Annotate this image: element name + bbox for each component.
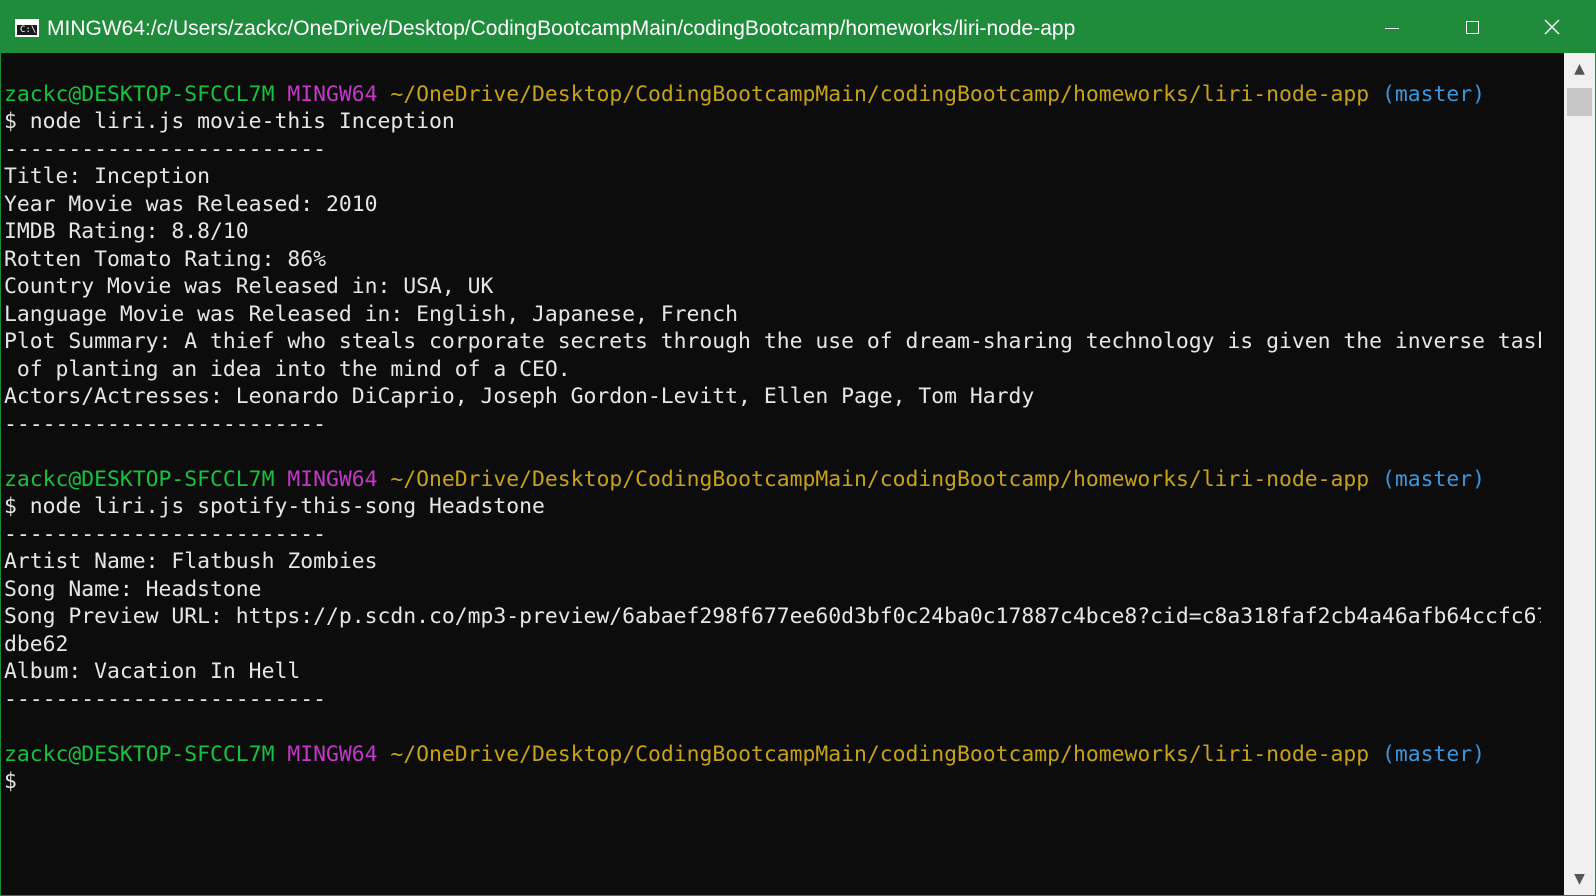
output-line: Song Preview URL: https://p.scdn.co/mp3-… xyxy=(4,604,1541,629)
minimize-icon xyxy=(1385,27,1399,29)
command-line: $ node liri.js spotify-this-song Headsto… xyxy=(4,494,545,519)
prompt-branch: (master) xyxy=(1382,467,1486,492)
maximize-icon xyxy=(1465,20,1479,34)
output-line: IMDB Rating: 8.8/10 xyxy=(4,219,249,244)
scroll-up-button[interactable]: ▲ xyxy=(1564,53,1595,85)
prompt-path: ~/OneDrive/Desktop/CodingBootcampMain/co… xyxy=(390,467,1370,492)
output-line: Country Movie was Released in: USA, UK xyxy=(4,274,494,299)
output-line: Language Movie was Released in: English,… xyxy=(4,302,739,327)
close-icon xyxy=(1544,19,1560,35)
chevron-down-icon: ▼ xyxy=(1574,871,1585,887)
output-line: Plot Summary: A thief who steals corpora… xyxy=(4,329,1541,354)
app-icon-glyph: C:\ xyxy=(20,25,37,35)
vertical-scrollbar[interactable]: ▲ ▼ xyxy=(1564,53,1595,895)
title-bar[interactable]: C:\ MINGW64:/c/Users/zackc/OneDrive/Desk… xyxy=(1,1,1595,53)
prompt-branch: (master) xyxy=(1382,82,1486,107)
chevron-up-icon: ▲ xyxy=(1574,61,1585,77)
terminal-output[interactable]: zackc@DESKTOP-SFCCL7M MINGW64 ~/OneDrive… xyxy=(1,53,1541,895)
prompt-user: zackc@DESKTOP-SFCCL7M xyxy=(4,742,275,767)
output-line: dbe62 xyxy=(4,632,69,657)
command-input-line[interactable]: $ xyxy=(4,768,17,796)
output-line: Song Name: Headstone xyxy=(4,577,262,602)
separator-line: ------------------------- xyxy=(4,137,326,162)
prompt-path: ~/OneDrive/Desktop/CodingBootcampMain/co… xyxy=(390,82,1370,107)
output-line: Album: Vacation In Hell xyxy=(4,659,301,684)
close-button[interactable] xyxy=(1512,1,1592,53)
prompt-line: zackc@DESKTOP-SFCCL7M MINGW64 ~/OneDrive… xyxy=(4,741,1485,769)
prompt-shell: MINGW64 xyxy=(287,742,378,767)
prompt-branch: (master) xyxy=(1382,742,1486,767)
output-line: Year Movie was Released: 2010 xyxy=(4,192,378,217)
command-line: $ node liri.js movie-this Inception xyxy=(4,109,455,134)
scroll-thumb[interactable] xyxy=(1567,88,1592,116)
window-title: MINGW64:/c/Users/zackc/OneDrive/Desktop/… xyxy=(47,17,1076,40)
prompt-shell: MINGW64 xyxy=(287,82,378,107)
maximize-button[interactable] xyxy=(1432,1,1512,53)
prompt-path: ~/OneDrive/Desktop/CodingBootcampMain/co… xyxy=(390,742,1370,767)
terminal-window: C:\ MINGW64:/c/Users/zackc/OneDrive/Desk… xyxy=(0,0,1596,896)
prompt-user: zackc@DESKTOP-SFCCL7M xyxy=(4,82,275,107)
separator-line: ------------------------- xyxy=(4,687,326,712)
prompt-user: zackc@DESKTOP-SFCCL7M xyxy=(4,467,275,492)
output-line: Artist Name: Flatbush Zombies xyxy=(4,549,378,574)
output-line: of planting an idea into the mind of a C… xyxy=(4,357,571,382)
output-line: Actors/Actresses: Leonardo DiCaprio, Jos… xyxy=(4,384,1035,409)
output-line: Title: Inception xyxy=(4,164,211,189)
minimize-button[interactable] xyxy=(1352,1,1432,53)
prompt-line: zackc@DESKTOP-SFCCL7M MINGW64 ~/OneDrive… xyxy=(4,466,1485,494)
terminal-app-icon[interactable]: C:\ xyxy=(15,19,39,37)
scroll-down-button[interactable]: ▼ xyxy=(1564,863,1595,895)
prompt-line: zackc@DESKTOP-SFCCL7M MINGW64 ~/OneDrive… xyxy=(4,81,1485,109)
output-line: Rotten Tomato Rating: 86% xyxy=(4,247,326,272)
prompt-shell: MINGW64 xyxy=(287,467,378,492)
separator-line: ------------------------- xyxy=(4,522,326,547)
separator-line: ------------------------- xyxy=(4,412,326,437)
